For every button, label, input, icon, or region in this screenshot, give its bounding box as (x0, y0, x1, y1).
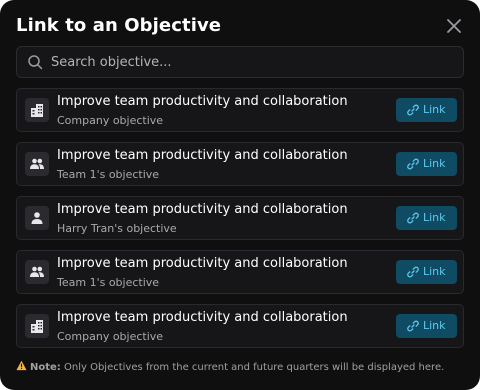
link-icon (407, 158, 419, 170)
link-button[interactable]: Link (396, 314, 457, 338)
link-button-label: Link (423, 103, 446, 116)
objective-item: Improve team productivity and collaborat… (16, 142, 464, 186)
link-button[interactable]: Link (396, 260, 457, 284)
objective-owner: Team 1's objective (57, 276, 160, 289)
link-button[interactable]: Link (396, 98, 457, 122)
objective-avatar (25, 260, 49, 284)
note-label: Note: (30, 362, 61, 373)
link-button[interactable]: Link (396, 152, 457, 176)
note: Note: Only Objectives from the current a… (16, 360, 472, 373)
objective-owner: Company objective (57, 114, 164, 127)
link-icon (407, 212, 419, 224)
note-text: Only Objectives from the current and fut… (60, 362, 445, 373)
objective-item: Improve team productivity and collaborat… (16, 88, 464, 132)
objective-item: Improve team productivity and collaborat… (16, 196, 464, 240)
building-icon (31, 104, 43, 117)
link-button-label: Link (423, 157, 446, 170)
link-icon (407, 266, 419, 278)
link-button-label: Link (423, 319, 446, 332)
search-box (16, 46, 464, 78)
link-icon (407, 104, 419, 116)
link-objective-dialog: Link to an Objective Search objective...… (0, 0, 480, 390)
search-input[interactable] (51, 52, 451, 72)
team-icon (30, 158, 44, 169)
objective-avatar (25, 314, 49, 338)
dialog-title: Link to an Objective (16, 15, 222, 36)
objective-item: Improve team productivity and collaborat… (16, 304, 464, 348)
team-icon (30, 266, 44, 277)
user-icon (31, 212, 43, 224)
objective-owner: Company objective (57, 330, 164, 343)
warning-icon (16, 360, 27, 371)
link-button-label: Link (423, 211, 446, 224)
objective-item: Improve team productivity and collaborat… (16, 250, 464, 294)
close-button[interactable] (444, 16, 464, 36)
objective-avatar (25, 152, 49, 176)
objective-title: Improve team productivity and collaborat… (57, 310, 348, 325)
objective-list: Improve team productivity and collaborat… (16, 88, 464, 358)
objective-avatar (25, 98, 49, 122)
link-button-label: Link (423, 265, 446, 278)
building-icon (31, 320, 43, 333)
objective-owner: Harry Tran's objective (57, 222, 177, 235)
objective-title: Improve team productivity and collaborat… (57, 148, 348, 163)
objective-title: Improve team productivity and collaborat… (57, 256, 348, 271)
objective-owner: Team 1's objective (57, 168, 160, 181)
link-icon (407, 320, 419, 332)
objective-title: Improve team productivity and collaborat… (57, 94, 348, 109)
link-button[interactable]: Link (396, 206, 457, 230)
objective-avatar (25, 206, 49, 230)
objective-title: Improve team productivity and collaborat… (57, 202, 348, 217)
close-icon (447, 19, 461, 33)
search-icon (28, 55, 43, 70)
